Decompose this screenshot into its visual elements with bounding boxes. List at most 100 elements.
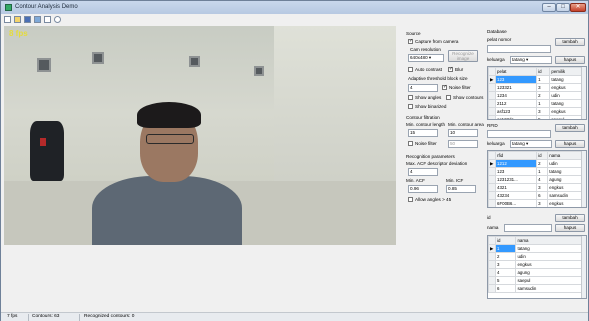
new-icon[interactable] [4,16,11,23]
table-row: 43234 6 samsudin [488,191,586,200]
nama-label: nama [487,225,499,230]
table-row: 5 saepul [488,276,586,285]
close-button[interactable]: ✕ [570,3,586,12]
recognize-image-button[interactable]: Recognize image [448,50,478,62]
allow-angles-label: Allow angles > 45 [415,197,452,202]
tambah-pelat-button[interactable]: tambah [555,38,585,46]
open-icon[interactable] [14,16,21,23]
max-acf-input[interactable]: 4 [408,168,438,176]
show-angles-checkbox[interactable] [408,95,413,100]
status-fps: 7 fps [7,314,18,319]
min-icf-label: Min. ICF [446,178,464,183]
table-row: asf123 3 engkus [488,107,586,116]
rfid-table[interactable]: rfid id nama ▶ 1212 2 udin 123 1 tatang 1231231… [487,150,587,208]
pelat-table[interactable]: pelat id pemilik ▶ 123 1 tatang 123321 3 engkus… [487,66,587,120]
wall-frame [254,66,264,76]
min-acf-label: Min. ACF [406,178,425,183]
noise-filter2-checkbox[interactable] [408,141,413,146]
table-row: 1234 2 udin [488,91,586,100]
app-icon [5,4,12,11]
table-row: 6 samsudin [488,284,586,293]
pelat-table-scrollbar[interactable] [581,67,586,119]
min-area-label: Min. contour area [448,122,484,127]
noise-filter2-label: Noise filter [415,141,437,146]
database-label: Database [487,29,507,34]
max-acf-label: Max. ACF descriptor deviation [406,161,468,166]
jacket-detail [40,138,46,146]
allow-angles-checkbox[interactable] [408,197,413,202]
tambah-rfid-button[interactable]: tambah [555,124,585,132]
title-bar: Contour Analysis Demo – □ ✕ [1,1,588,14]
nama-table-scrollbar[interactable] [581,236,586,298]
keluarga2-label: keluarga [487,141,505,146]
hapus-pelat-button[interactable]: hapus [555,56,585,64]
auto-contrast-checkbox[interactable] [408,67,413,72]
nama-input[interactable] [504,224,552,232]
save-icon[interactable] [24,16,31,23]
show-contours-label: Show contours [453,95,484,100]
cam-resolution-label: Cam resolution [410,47,441,52]
blur-label: Blur [455,67,464,72]
minimize-button[interactable]: – [542,3,556,12]
resolution-select[interactable]: 640x480 ▾ [408,54,444,62]
camera-view[interactable]: 8 fps [4,26,396,245]
noise-value-input[interactable]: 50 [448,140,478,148]
wall-frame [92,52,104,64]
pelat-label: pelat nomor [487,37,512,42]
person-hair [137,102,201,128]
undo-icon[interactable] [54,16,61,23]
table-row: ▶ 1212 2 udin [488,159,586,168]
keluarga2-select[interactable]: tatang ▾ [510,140,552,148]
tambah-id-button[interactable]: tambah [555,214,585,222]
min-length-input[interactable]: 15 [408,129,438,137]
wall-frame [189,56,200,67]
hanging-jacket [30,121,64,181]
keluarga-label: keluarga [487,57,505,62]
show-binarized-checkbox[interactable] [408,104,413,109]
rfid-table-scrollbar[interactable] [581,151,586,207]
show-angles-label: Show angles [415,95,442,100]
wall-frame [37,58,51,72]
adaptive-label: Adaptive threshold block size [408,76,468,81]
nama-table[interactable]: id nama ▶ 1 tatang 2 udin 3 engkus 4 agung 5 sa… [487,235,587,299]
min-acf-input[interactable]: 0.96 [408,185,438,193]
noise-filter-checkbox[interactable] [442,84,447,90]
hapus-nama-button[interactable]: hapus [555,224,585,232]
show-contours-checkbox[interactable] [446,95,451,100]
table-row: 1231231... 4 agung [488,175,586,184]
status-separator [79,314,80,321]
doc-icon[interactable] [44,16,51,23]
contour-filtration-label: Contour filtration [406,115,440,120]
min-icf-input[interactable]: 0.85 [446,185,476,193]
id-label: id [487,215,491,220]
min-length-label: Min. contour length [406,122,446,127]
table-row: 123321 3 engkus [488,83,586,92]
table-row: 2112 1 tatang [488,99,586,108]
auto-contrast-label: Auto contrast [415,67,443,72]
main-window: Contour Analysis Demo – □ ✕ 8 fps Source… [0,0,589,321]
maximize-button[interactable]: □ [556,3,570,12]
table-row: ▶ 1 tatang [488,244,586,253]
blur-checkbox[interactable] [448,66,453,72]
capture-checkbox[interactable] [408,38,413,44]
noise-filter-label: Noise filter [449,85,471,90]
table-row: 4321 3 engkus [488,183,586,192]
table-row: as123da 5 saepul [488,115,586,119]
adaptive-input[interactable]: 4 [408,84,438,92]
rfid-input[interactable] [487,130,551,138]
status-separator [28,314,29,321]
glasses [146,134,194,144]
min-area-input[interactable]: 10 [448,129,478,137]
toolbar [1,14,588,25]
hapus-rfid-button[interactable]: hapus [555,140,585,148]
status-recognized: Recognized contours: 0 [84,314,135,319]
status-bar: 7 fps Contours: 63 Recognized contours: … [1,312,588,321]
person-body [92,176,242,245]
table-row: 123 1 tatang [488,167,586,176]
table-row: 2 udin [488,252,586,261]
keluarga-select[interactable]: tatang ▾ [510,56,552,64]
camera-icon[interactable] [34,16,41,23]
pelat-input[interactable] [487,45,551,53]
table-row: 6F00B6... 3 engkus [488,199,586,207]
status-contours: Contours: 63 [32,314,60,319]
